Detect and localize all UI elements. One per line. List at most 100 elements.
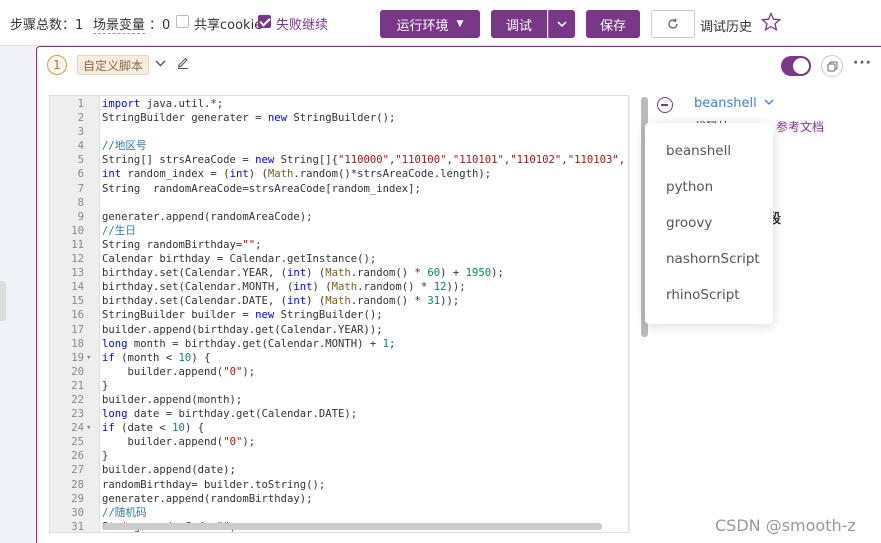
code-text: if (month < 10) { [102,351,211,364]
code-line[interactable]: 28 randomBirthday= builder.toString(); [50,478,628,492]
chevron-down-icon[interactable] [764,97,774,108]
code-line[interactable]: 11 String randomBirthday=""; [50,238,628,252]
line-number: 29 [71,492,84,505]
dropdown-option-python[interactable]: python [666,179,713,195]
remove-icon[interactable] [657,97,673,113]
language-dropdown: beanshell python groovy nashornScript rh… [645,123,773,324]
code-text: //生日 [102,224,136,237]
dropdown-option-beanshell[interactable]: beanshell [666,143,731,159]
save-label: 保存 [599,18,626,34]
line-number: 23 [71,408,84,421]
debug-dropdown-button[interactable] [548,10,575,38]
more-icon[interactable]: ··· [853,55,872,71]
code-line[interactable]: 21} [50,379,628,393]
code-line[interactable]: 14 birthday.set(Calendar.MONTH, (int) (Ma… [50,280,628,294]
line-number: 30 [71,506,84,519]
line-number: 14 [71,281,84,294]
code-text: generater.append(randomAreaCode); [102,210,313,223]
code-line[interactable]: 6 int random_index = (int) (Math.random()… [50,167,628,181]
code-line[interactable]: 4 //地区号 [50,139,628,153]
code-text: int random_index = (int) (Math.random()*… [102,168,492,181]
reference-doc-link[interactable]: 参考文档 [776,118,824,135]
copy-button[interactable] [821,55,843,77]
line-number: 20 [71,365,84,378]
code-line[interactable]: 1 import java.util.*; [50,97,628,111]
edit-icon[interactable] [177,56,189,73]
fail-continue-checkbox[interactable] [258,15,271,28]
line-number: 17 [71,323,84,336]
scene-variable-count: ：0 [149,18,171,33]
code-text: builder.append(birthday.get(Calendar.YEA… [102,323,383,336]
chevron-down-icon [557,21,567,27]
code-line[interactable]: 2 StringBuilder generater = new StringBui… [50,111,628,125]
dropdown-option-groovy[interactable]: groovy [666,215,712,231]
fail-continue-label: 失败继续 [276,18,329,33]
step-type-tag: 自定义脚本 [77,55,150,75]
debug-label: 调试 [505,18,532,34]
code-line[interactable]: 13 birthday.set(Calendar.YEAR, (int) (Mat… [50,266,628,280]
code-line[interactable]: 23 long date = birthday.get(Calendar.DATE… [50,407,628,421]
refresh-button[interactable] [651,10,695,38]
code-line[interactable]: 24 ▾ if (date < 10) { [50,421,628,435]
code-editor[interactable]: 1 import java.util.*; 2 StringBuilder gener… [49,95,629,533]
code-text: import java.util.*; [102,98,224,110]
code-line[interactable]: 16 StringBuilder builder = new StringBuil… [50,308,628,322]
code-text: birthday.set(Calendar.DATE, (int) (Math.… [102,295,460,308]
scene-variable-link[interactable]: 场景变量 [93,14,146,34]
code-line[interactable]: 27 builder.append(date); [50,463,628,477]
caret-down-icon: ▼ [456,19,464,29]
code-line[interactable]: 30 //随机码 [50,506,628,520]
line-number: 26 [71,450,84,463]
code-line[interactable]: 18 long month = birthday.get(Calendar.MON… [50,337,628,351]
fold-arrow-icon[interactable]: ▾ [86,421,91,435]
line-number: 25 [71,436,84,449]
enable-toggle[interactable] [781,56,811,76]
code-line[interactable]: 12 Calendar birthday = Calendar.getInstan… [50,252,628,266]
code-line[interactable]: 29 generater.append(randomBirthday); [50,492,628,506]
code-line[interactable]: 20 builder.append("0"); [50,365,628,379]
dropdown-option-nashornscript[interactable]: nashornScript [666,251,760,267]
line-number: 13 [71,267,84,280]
code-line[interactable]: 5 String[] strsAreaCode = new String[]{"1… [50,153,628,167]
share-cookie-checkbox[interactable] [176,15,189,28]
code-text: builder.append(month); [102,393,243,406]
code-text: String randomAreaCode=strsAreaCode[rando… [102,182,421,195]
collapse-handle[interactable] [0,281,6,321]
dropdown-option-rhinoscript[interactable]: rhinoScript [666,287,740,303]
debug-history-link[interactable]: 调试历史 [700,16,752,35]
code-text: } [102,450,109,463]
chevron-down-icon[interactable] [155,56,166,70]
code-line[interactable]: 8 [50,196,628,210]
code-line[interactable]: 7 String randomAreaCode=strsAreaCode[rand… [50,182,628,196]
line-number: 15 [71,295,84,308]
language-select[interactable]: beanshell [694,96,757,111]
code-text: StringBuilder generater = new StringBuil… [102,112,396,125]
code-text: StringBuilder builder = new StringBuilde… [102,309,383,322]
line-number: 21 [71,379,84,392]
run-environment-button[interactable]: 运行环境 ▼ [380,10,480,38]
code-text: //地区号 [102,140,147,153]
refresh-icon [668,18,678,29]
line-number: 6 [77,168,84,181]
save-button[interactable]: 保存 [586,10,640,38]
line-number: 1 [77,98,84,110]
code-text: } [102,379,109,392]
code-text: long date = birthday.get(Calendar.DATE); [102,408,358,421]
code-text: builder.append(date); [102,464,236,477]
step-number: 1 [47,55,67,75]
code-line[interactable]: 17 builder.append(birthday.get(Calendar.Y… [50,323,628,337]
horizontal-scrollbar[interactable] [102,523,602,530]
code-line[interactable]: 9 generater.append(randomAreaCode); [50,210,628,224]
code-line[interactable]: 19 ▾ if (month < 10) { [50,351,628,365]
debug-button[interactable]: 调试 [491,10,547,38]
line-number: 9 [77,210,84,223]
code-line[interactable]: 26} [50,449,628,463]
code-line[interactable]: 22 builder.append(month); [50,393,628,407]
fold-arrow-icon[interactable]: ▾ [86,351,91,365]
code-line[interactable]: 15 birthday.set(Calendar.DATE, (int) (Mat… [50,294,628,308]
code-line[interactable]: 3 [50,125,628,139]
line-number: 18 [71,337,84,350]
code-line[interactable]: 10 //生日 [50,224,628,238]
star-icon[interactable] [761,12,781,32]
code-line[interactable]: 25 builder.append("0"); [50,435,628,449]
